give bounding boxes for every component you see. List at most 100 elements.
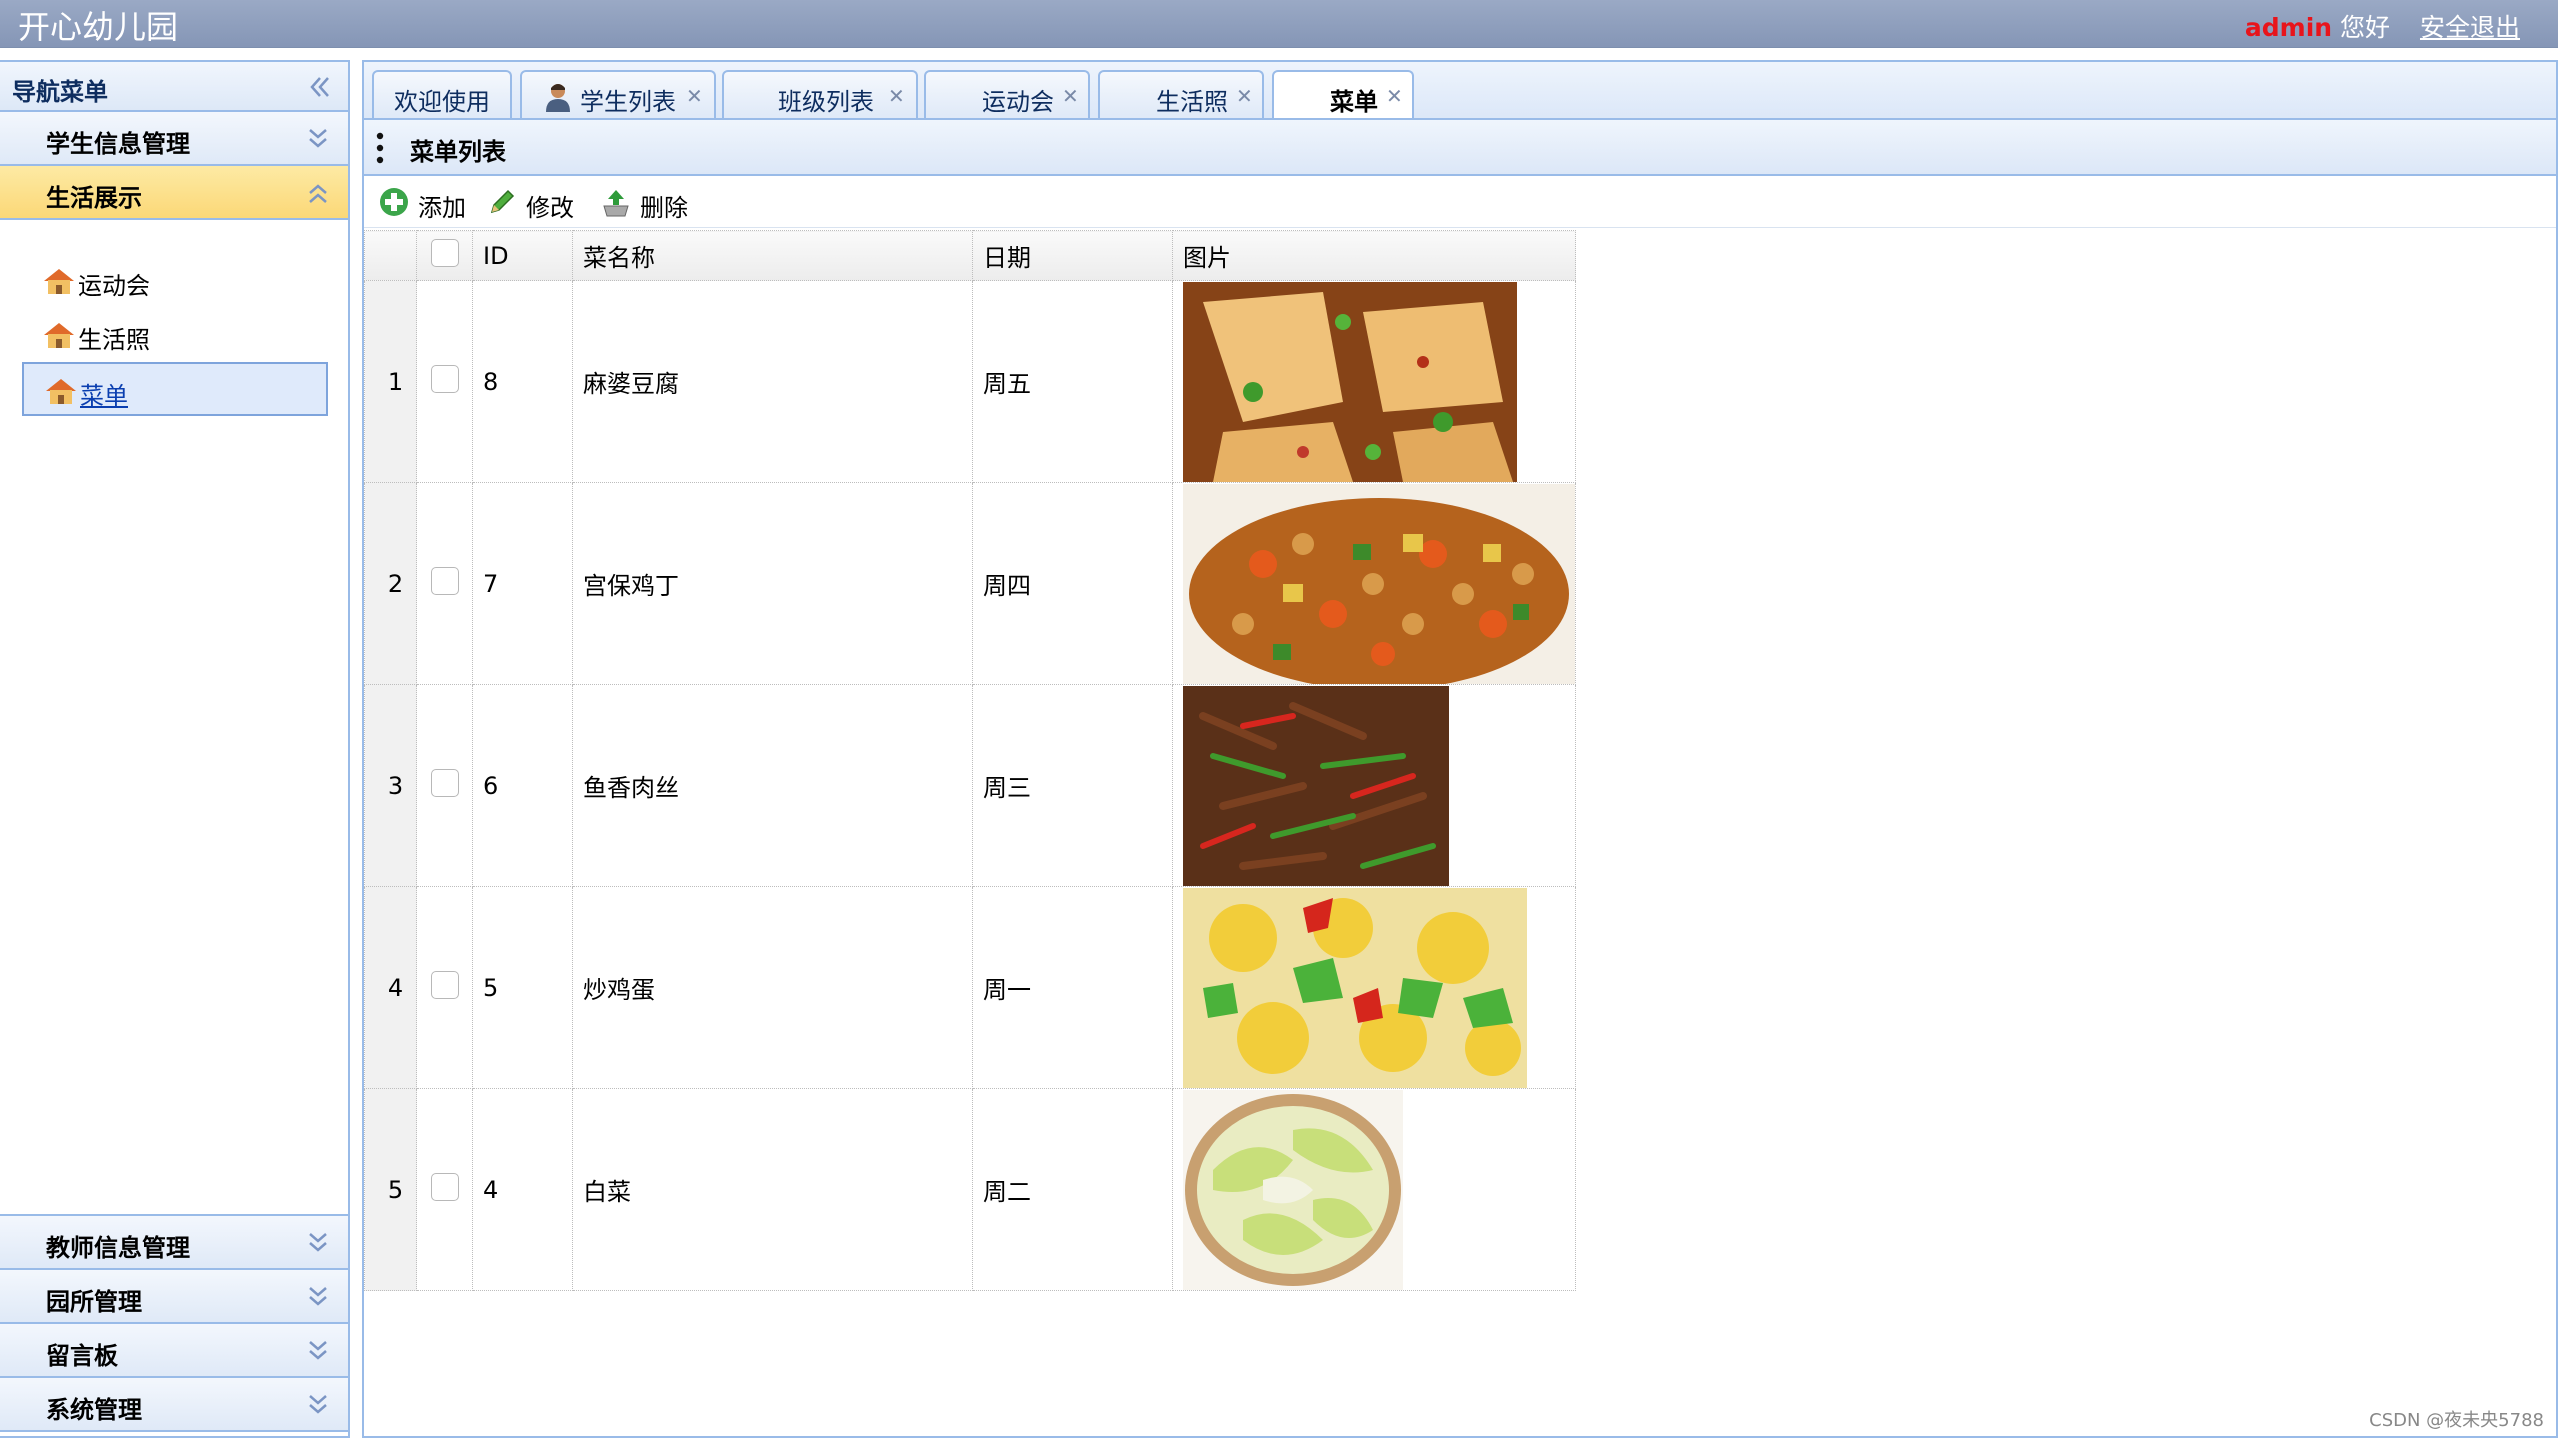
sidebar: 导航菜单 学生信息管理 生活展示 运动会 生活照 菜单 教师信息管理 园所管理 … <box>0 60 350 1438</box>
tab-label: 班级列表 <box>778 88 874 116</box>
chevron-down-icon[interactable] <box>306 1336 330 1366</box>
row-select-cell <box>416 886 473 1089</box>
column-header-id[interactable]: ID <box>472 230 573 281</box>
add-icon <box>380 188 408 216</box>
panel-label: 留言板 <box>46 1342 118 1370</box>
edit-label: 修改 <box>526 194 574 222</box>
chevron-down-icon[interactable] <box>306 1228 330 1258</box>
column-header-image[interactable]: 图片 <box>1172 230 1576 281</box>
cell-name: 鱼香肉丝 <box>572 684 973 887</box>
add-button[interactable]: 添加 <box>378 184 474 222</box>
panel-teacher-info[interactable]: 教师信息管理 <box>0 1216 348 1270</box>
cell-image <box>1172 1088 1576 1291</box>
collapse-left-icon[interactable] <box>306 72 330 102</box>
tab-student-list[interactable]: 学生列表 ✕ <box>520 70 716 122</box>
chevron-down-icon[interactable] <box>306 124 330 154</box>
row-checkbox[interactable] <box>430 1172 459 1201</box>
sidebar-item-label: 菜单 <box>80 382 128 410</box>
table-row[interactable]: 4 5 炒鸡蛋 周一 <box>364 886 1576 1089</box>
home-icon <box>44 323 74 348</box>
close-icon[interactable]: ✕ <box>1386 84 1403 108</box>
add-label: 添加 <box>418 194 466 222</box>
chevron-down-icon[interactable] <box>306 1390 330 1420</box>
cell-image <box>1172 684 1576 887</box>
cell-id: 4 <box>472 1088 573 1291</box>
watermark: CSDN @夜未央5788 <box>2369 1410 2544 1431</box>
close-icon[interactable]: ✕ <box>686 84 703 108</box>
cell-image <box>1172 886 1576 1089</box>
delete-label: 删除 <box>640 194 688 222</box>
cell-name: 麻婆豆腐 <box>572 280 973 483</box>
tab-label: 欢迎使用 <box>394 88 490 116</box>
column-header-name[interactable]: 菜名称 <box>572 230 973 281</box>
close-icon[interactable]: ✕ <box>888 84 905 108</box>
panel-life-display[interactable]: 生活展示 <box>0 166 348 220</box>
logout-link[interactable]: 安全退出 <box>2420 13 2520 42</box>
panel-system-management[interactable]: 系统管理 <box>0 1378 348 1432</box>
panel-label: 教师信息管理 <box>46 1234 190 1262</box>
panel-message-board[interactable]: 留言板 <box>0 1324 348 1378</box>
panel-school-management[interactable]: 园所管理 <box>0 1270 348 1324</box>
sidebar-item-life-photos[interactable]: 生活照 <box>22 308 328 362</box>
delete-icon <box>603 190 629 217</box>
sidebar-item-label: 生活照 <box>78 326 150 354</box>
nav-menu-title-text: 导航菜单 <box>12 78 108 106</box>
tab-sports-day[interactable]: 运动会 ✕ <box>924 70 1090 122</box>
rownum-header <box>364 230 417 281</box>
select-all-checkbox[interactable] <box>430 238 459 267</box>
app-title: 开心幼儿园 <box>18 8 179 46</box>
tab-welcome[interactable]: 欢迎使用 <box>372 70 512 122</box>
row-number: 5 <box>364 1088 417 1291</box>
mapo-tofu-photo <box>1183 281 1517 482</box>
chevron-up-icon[interactable] <box>306 178 330 208</box>
panel-student-info[interactable]: 学生信息管理 <box>0 112 348 166</box>
row-number: 1 <box>364 280 417 483</box>
cell-id: 7 <box>472 482 573 685</box>
tab-menu[interactable]: 菜单 ✕ <box>1272 70 1414 124</box>
close-icon[interactable]: ✕ <box>1062 84 1079 108</box>
row-checkbox[interactable] <box>430 364 459 393</box>
row-number: 4 <box>364 886 417 1089</box>
menu-table: ID 菜名称 日期 图片 1 8 麻婆豆腐 周五 2 7 宫保鸡丁 周四 3 6… <box>364 230 1576 1291</box>
row-select-cell <box>416 684 473 887</box>
delete-button[interactable]: 删除 <box>600 184 696 222</box>
chevron-down-icon[interactable] <box>306 1282 330 1312</box>
cell-name: 宫保鸡丁 <box>572 482 973 685</box>
table-row[interactable]: 3 6 鱼香肉丝 周三 <box>364 684 1576 887</box>
life-display-items: 运动会 生活照 菜单 <box>0 220 348 1216</box>
tab-bar: 欢迎使用 学生列表 ✕ 班级列表 ✕ 运动会 ✕ 生活照 ✕ 菜单 ✕ <box>362 60 2558 124</box>
row-select-cell <box>416 280 473 483</box>
cell-id: 5 <box>472 886 573 1089</box>
tab-label: 学生列表 <box>580 88 676 116</box>
table-row[interactable]: 1 8 麻婆豆腐 周五 <box>364 280 1576 483</box>
tab-life-photos[interactable]: 生活照 ✕ <box>1098 70 1264 122</box>
toolbar: 添加 修改 删除 <box>364 176 2556 228</box>
tab-label: 运动会 <box>982 88 1054 116</box>
row-select-cell <box>416 1088 473 1291</box>
sidebar-item-sports-day[interactable]: 运动会 <box>22 254 328 308</box>
tab-class-list[interactable]: 班级列表 ✕ <box>722 70 918 122</box>
cell-date: 周二 <box>972 1088 1173 1291</box>
user-icon <box>546 84 570 112</box>
cell-name: 炒鸡蛋 <box>572 886 973 1089</box>
yuxiang-pork-photo <box>1183 685 1449 886</box>
home-icon <box>44 269 74 294</box>
row-select-cell <box>416 482 473 685</box>
table-header-row: ID 菜名称 日期 图片 <box>364 230 1576 281</box>
edit-button[interactable]: 修改 <box>486 184 582 222</box>
close-icon[interactable]: ✕ <box>1236 84 1253 108</box>
user-area: admin 您好 安全退出 <box>2245 8 2520 44</box>
cell-id: 8 <box>472 280 573 483</box>
row-checkbox[interactable] <box>430 768 459 797</box>
tab-label: 菜单 <box>1330 88 1378 116</box>
table-row[interactable]: 2 7 宫保鸡丁 周四 <box>364 482 1576 685</box>
row-checkbox[interactable] <box>430 970 459 999</box>
sidebar-item-menu[interactable]: 菜单 <box>22 362 328 416</box>
panel-title: 菜单列表 <box>410 138 506 166</box>
panel-label: 生活展示 <box>46 184 142 212</box>
column-header-date[interactable]: 日期 <box>972 230 1173 281</box>
table-row[interactable]: 5 4 白菜 周二 <box>364 1088 1576 1291</box>
row-number: 3 <box>364 684 417 887</box>
row-checkbox[interactable] <box>430 566 459 595</box>
select-all-header <box>416 230 473 281</box>
